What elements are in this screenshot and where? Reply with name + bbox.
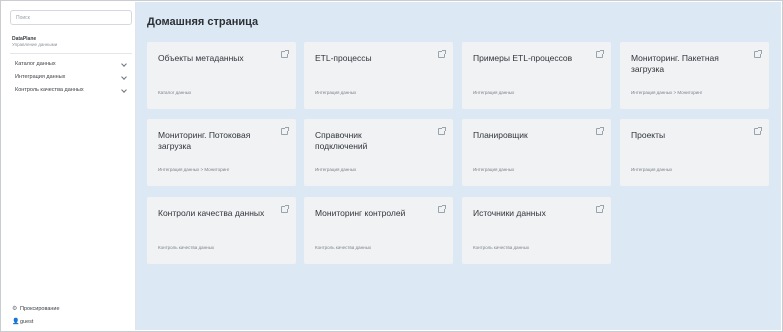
- card-category: Интеграция данных: [315, 167, 357, 172]
- brand[interactable]: DataPlane Управление данными: [12, 36, 57, 48]
- sidebar-item-label: Контроль качества данных: [15, 87, 84, 93]
- chevron-down-icon: [121, 87, 127, 93]
- external-link-icon[interactable]: [281, 205, 289, 213]
- external-link-icon[interactable]: [754, 50, 762, 58]
- card-scheduler[interactable]: Планировщик Интеграция данных: [462, 119, 611, 186]
- card-title: Мониторинг контролей: [315, 208, 406, 218]
- page-title: Домашняя страница: [147, 16, 259, 28]
- user-name: guest: [20, 319, 34, 325]
- card-connections-directory[interactable]: Справочник подключений Интеграция данных: [304, 119, 453, 186]
- card-category: Контроль качества данных: [158, 245, 215, 250]
- card-title: Мониторинг. Потоковая загрузка: [158, 130, 251, 151]
- card-category: Контроль качества данных: [315, 245, 372, 250]
- card-batch-monitoring[interactable]: Мониторинг. Пакетная загрузка Интеграция…: [620, 42, 769, 109]
- app-window: Поиск DataPlane Управление данными Катал…: [0, 0, 783, 332]
- sidebar-item-data-integration[interactable]: Интеграция данных: [10, 72, 132, 83]
- card-title: Проекты: [631, 130, 666, 140]
- user-menu[interactable]: 👤guest: [12, 317, 33, 327]
- sidebar-divider: [10, 53, 132, 54]
- gear-icon: ⚙: [12, 306, 18, 312]
- sidebar-item-proxying[interactable]: ⚙ Проксирование: [12, 304, 60, 314]
- card-projects[interactable]: Проекты Интеграция данных: [620, 119, 769, 186]
- external-link-icon[interactable]: [438, 50, 446, 58]
- card-title: Объекты метаданных: [158, 53, 244, 63]
- card-category: Каталог данных: [158, 90, 192, 95]
- card-etl-processes[interactable]: ETL-процессы Интеграция данных: [304, 42, 453, 109]
- card-title: Примеры ETL-процессов: [473, 53, 573, 63]
- card-category: Интеграция данных: [315, 90, 357, 95]
- external-link-icon[interactable]: [438, 127, 446, 135]
- card-category: Интеграция данных > Мониторинг: [631, 90, 703, 95]
- sidebar-item-label: Интеграция данных: [15, 74, 66, 80]
- brand-subtitle: Управление данными: [12, 42, 58, 47]
- card-quality-controls[interactable]: Контроли качества данных Контроль качест…: [147, 197, 296, 264]
- sidebar-item-data-quality[interactable]: Контроль качества данных: [10, 85, 132, 96]
- sidebar-item-label: Проксирование: [20, 306, 60, 312]
- card-category: Интеграция данных: [473, 167, 515, 172]
- search-input[interactable]: Поиск: [10, 10, 132, 25]
- card-metadata-objects[interactable]: Объекты метаданных Каталог данных: [147, 42, 296, 109]
- external-link-icon[interactable]: [596, 50, 604, 58]
- main-content: Домашняя страница Объекты метаданных Кат…: [136, 2, 781, 330]
- card-stream-monitoring[interactable]: Мониторинг. Потоковая загрузка Интеграци…: [147, 119, 296, 186]
- card-title: ETL-процессы: [315, 53, 372, 63]
- external-link-icon[interactable]: [281, 50, 289, 58]
- card-title: Планировщик: [473, 130, 528, 140]
- card-title: Справочник подключений: [315, 130, 368, 151]
- external-link-icon[interactable]: [596, 127, 604, 135]
- card-data-sources[interactable]: Источники данных Контроль качества данны…: [462, 197, 611, 264]
- card-controls-monitoring[interactable]: Мониторинг контролей Контроль качества д…: [304, 197, 453, 264]
- external-link-icon[interactable]: [596, 205, 604, 213]
- sidebar: Поиск DataPlane Управление данными Катал…: [2, 2, 136, 330]
- chevron-down-icon: [121, 61, 127, 67]
- external-link-icon[interactable]: [754, 127, 762, 135]
- sidebar-item-label: Каталог данных: [15, 61, 56, 67]
- card-title: Источники данных: [473, 208, 546, 218]
- external-link-icon[interactable]: [438, 205, 446, 213]
- chevron-down-icon: [121, 74, 127, 80]
- external-link-icon[interactable]: [281, 127, 289, 135]
- card-category: Интеграция данных: [631, 167, 673, 172]
- card-category: Интеграция данных > Мониторинг: [158, 167, 230, 172]
- card-category: Контроль качества данных: [473, 245, 530, 250]
- card-etl-examples[interactable]: Примеры ETL-процессов Интеграция данных: [462, 42, 611, 109]
- card-category: Интеграция данных: [473, 90, 515, 95]
- card-title: Мониторинг. Пакетная загрузка: [631, 53, 719, 74]
- sidebar-item-data-catalog[interactable]: Каталог данных: [10, 59, 132, 70]
- user-icon: 👤: [12, 319, 20, 325]
- card-title: Контроли качества данных: [158, 208, 265, 218]
